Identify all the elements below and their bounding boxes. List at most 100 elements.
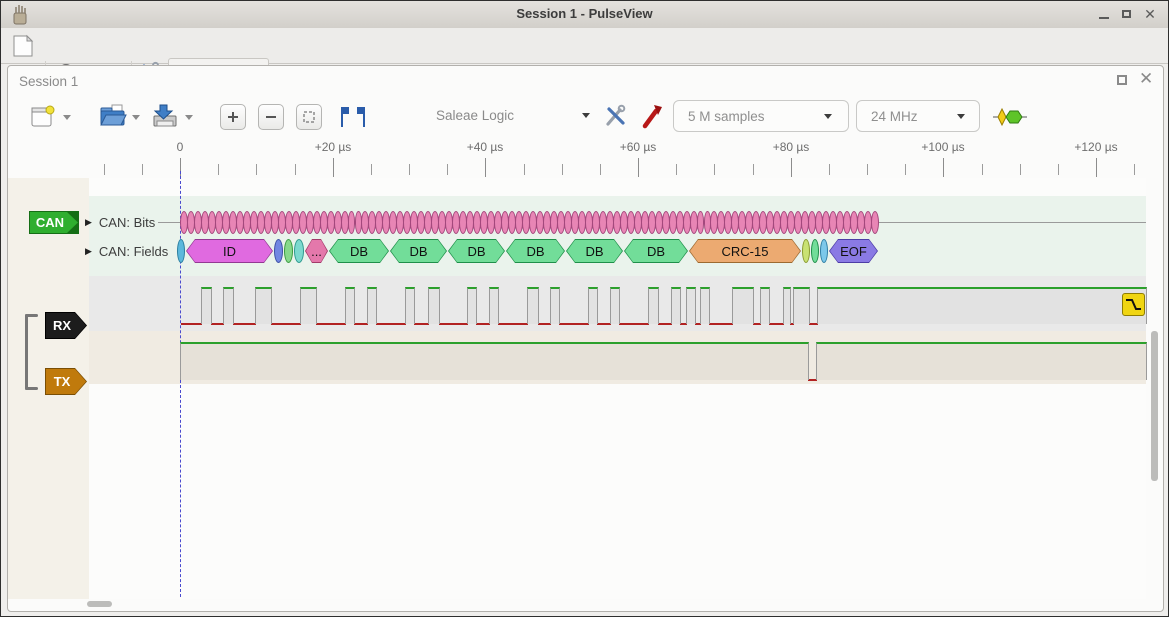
rx-low-segment <box>559 323 589 325</box>
close-icon[interactable]: ✕ <box>1143 8 1157 22</box>
field-sof <box>177 239 185 263</box>
field-db2-label: DB <box>390 239 447 263</box>
trigger-flags-icon[interactable] <box>338 105 368 129</box>
add-decoder-icon[interactable] <box>993 107 1027 127</box>
decoder-tag-label: CAN <box>30 212 78 233</box>
rx-low-segment <box>498 323 528 325</box>
ruler-minor-tick <box>982 164 983 175</box>
minus-icon <box>265 111 277 123</box>
rx-low-segment <box>476 323 490 325</box>
ruler-minor-tick <box>447 164 448 175</box>
field-a <box>274 239 283 263</box>
open-file-icon[interactable] <box>99 103 127 129</box>
expander-icon[interactable]: ▶ <box>85 217 92 228</box>
tx-high-segment <box>180 342 809 380</box>
rx-low-segment <box>376 323 406 325</box>
zoom-fit-button[interactable] <box>296 104 322 130</box>
sample-rate-dropdown-icon <box>957 114 965 119</box>
device-dropdown-icon[interactable] <box>582 113 590 118</box>
ruler-label: +120 µs <box>1056 140 1136 154</box>
zoom-in-button[interactable] <box>220 104 246 130</box>
open-file-dropdown-icon[interactable] <box>132 115 140 120</box>
ruler-minor-tick <box>753 164 754 175</box>
rx-high-segment <box>405 287 415 324</box>
field-db4-label: DB <box>506 239 565 263</box>
field-d3 <box>820 239 828 263</box>
field-db5: DB <box>566 239 623 263</box>
new-session-dropdown-icon[interactable] <box>63 115 71 120</box>
field-b <box>284 239 293 263</box>
rx-low-segment <box>709 323 733 325</box>
rx-high-segment <box>201 287 212 324</box>
ruler-label: +100 µs <box>903 140 983 154</box>
sample-count-dropdown-icon <box>824 114 832 119</box>
rx-high-segment <box>783 287 791 324</box>
window-title: Session 1 - PulseView <box>1 6 1168 21</box>
field-eof: EOF <box>829 239 878 263</box>
field-db2: DB <box>390 239 447 263</box>
ruler-minor-tick <box>905 164 906 175</box>
ruler-minor-tick <box>524 164 525 175</box>
field-d2 <box>811 239 819 263</box>
ruler-label: +60 µs <box>598 140 678 154</box>
field-db6: DB <box>624 239 688 263</box>
field-db3-label: DB <box>448 239 505 263</box>
ruler-minor-tick <box>867 164 868 175</box>
save-file-icon[interactable] <box>151 102 179 130</box>
decoder-band <box>89 196 1146 276</box>
field-crc: CRC-15 <box>689 239 801 263</box>
ruler-minor-tick <box>714 164 715 175</box>
field-d1 <box>802 239 810 263</box>
ruler-major-tick <box>638 158 639 177</box>
rx-high-segment <box>489 287 499 324</box>
device-selector[interactable]: Saleae Logic <box>436 108 514 123</box>
sample-rate-select[interactable]: 24 MHz <box>856 100 980 132</box>
ruler-label: +40 µs <box>445 140 525 154</box>
maximize-icon[interactable] <box>1120 8 1134 22</box>
titlebar[interactable]: Session 1 - PulseView ✕ <box>1 1 1168 29</box>
ruler-minor-tick <box>562 164 563 175</box>
channel-group-bracket <box>25 314 28 390</box>
sample-count-select[interactable]: 5 M samples <box>673 100 849 132</box>
decoder-row-bits[interactable]: ▶ CAN: Bits <box>85 215 155 230</box>
sample-rate-value: 24 MHz <box>871 109 918 124</box>
field-db6-label: DB <box>624 239 688 263</box>
save-file-dropdown-icon[interactable] <box>185 115 193 120</box>
expander-icon[interactable]: ▶ <box>85 246 92 257</box>
ruler-label: +20 µs <box>293 140 373 154</box>
field-db3: DB <box>448 239 505 263</box>
vertical-scrollbar-handle[interactable] <box>1151 331 1158 481</box>
rx-high-segment <box>223 287 234 324</box>
ruler-major-tick <box>333 158 334 177</box>
new-view-icon[interactable] <box>12 34 34 58</box>
ruler-major-tick <box>791 158 792 177</box>
channel-group-bracket-bottom <box>25 387 38 390</box>
field-eof-label: EOF <box>829 239 878 263</box>
new-session-icon[interactable] <box>30 104 56 130</box>
channels-probe-icon[interactable] <box>641 102 665 130</box>
zoom-out-button[interactable] <box>258 104 284 130</box>
decoder-row-fields-label: CAN: Fields <box>99 244 168 259</box>
rx-high-segment <box>817 287 1147 324</box>
device-config-icon[interactable] <box>604 104 628 128</box>
rx-high-segment <box>550 287 560 324</box>
trace-top-strip <box>89 178 1146 196</box>
decoder-tag-can[interactable]: CAN <box>29 211 79 234</box>
field-id-label: ID <box>186 239 273 263</box>
ruler-major-tick <box>485 158 486 177</box>
ruler-minor-tick <box>409 164 410 175</box>
rx-high-segment <box>760 287 770 324</box>
can-bit <box>871 211 879 234</box>
rx-high-segment <box>428 287 440 324</box>
horizontal-scrollbar-handle[interactable] <box>87 601 112 607</box>
subwindow-close-icon[interactable]: ✕ <box>1139 69 1153 89</box>
subwindow-maximize-icon[interactable] <box>1117 75 1127 85</box>
channel-group-bracket-top <box>25 314 38 317</box>
decoder-row-fields[interactable]: ▶ CAN: Fields <box>85 244 168 259</box>
ruler-minor-tick <box>295 164 296 175</box>
rx-high-segment <box>467 287 477 324</box>
ruler-minor-tick <box>218 164 219 175</box>
trigger-marker-falling-edge[interactable] <box>1122 293 1145 316</box>
minimize-icon[interactable] <box>1097 8 1111 22</box>
time-cursor-line[interactable] <box>180 171 181 597</box>
